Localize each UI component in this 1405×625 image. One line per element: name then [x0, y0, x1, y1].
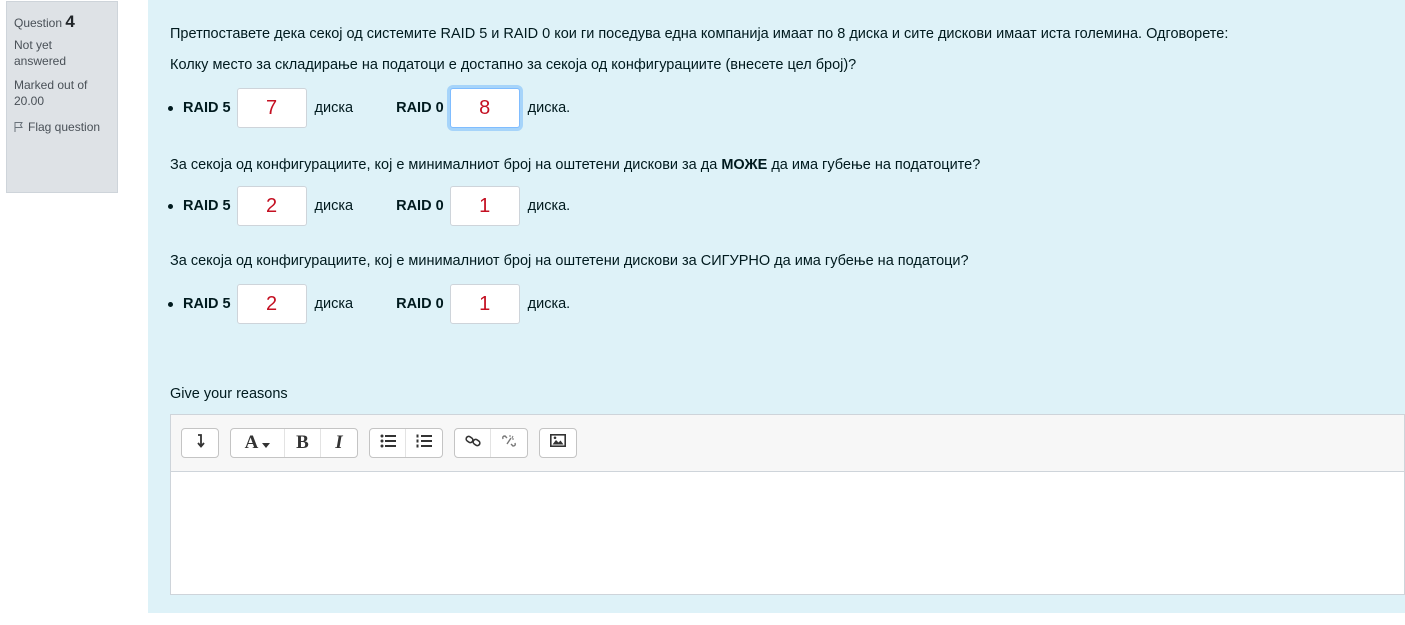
ordered-list-icon — [416, 434, 432, 453]
toolbar-group-media — [539, 428, 577, 458]
reasons-textarea[interactable] — [171, 472, 1404, 594]
question-info-panel: Question 4 Not yet answered Marked out o… — [6, 1, 118, 193]
image-icon — [550, 434, 566, 452]
unit-label-end: диска. — [527, 296, 571, 312]
question-2-text: За секоја од конфигурациите, кој е миним… — [170, 157, 980, 173]
question-number-value: 4 — [65, 12, 75, 31]
chevron-down-icon — [262, 432, 271, 454]
grade-line1: Marked out of — [14, 78, 88, 92]
font-color-icon: A — [244, 432, 259, 453]
state-line1: Not yet — [14, 38, 53, 52]
toolbar-group-lists — [369, 428, 443, 458]
unit-label-end: диска. — [527, 100, 571, 116]
link-icon — [464, 434, 481, 453]
unit-label: диска — [314, 296, 354, 312]
unlink-icon — [501, 434, 517, 453]
unit-label: диска — [314, 100, 354, 116]
grade-line2: 20.00 — [14, 94, 45, 108]
raid5-label: RAID 5 — [183, 198, 231, 214]
q2-raid0-input[interactable] — [449, 186, 520, 226]
flag-question-label: Flag question — [28, 120, 101, 134]
question-label: Question — [14, 16, 63, 30]
question-intro: Претпоставете дека секој од системите RA… — [170, 26, 1229, 42]
question-state: Not yet answered — [14, 37, 117, 69]
answer-row-2: RAID 5 диска RAID 0 диска. — [168, 185, 570, 227]
raid5-label: RAID 5 — [183, 100, 231, 116]
raid0-label: RAID 0 — [396, 100, 444, 116]
question-number: Question 4 — [14, 11, 117, 34]
unordered-list-icon — [380, 434, 396, 453]
toolbar-group-style: A B I — [230, 428, 358, 458]
question-grade: Marked out of 20.00 — [14, 77, 117, 109]
unlink-button[interactable] — [491, 429, 527, 457]
bold-button[interactable]: B — [285, 429, 321, 457]
raid0-label: RAID 0 — [396, 296, 444, 312]
q3-raid0-input[interactable] — [449, 284, 520, 324]
bold-icon: B — [296, 432, 309, 453]
toggle-toolbar-button[interactable] — [182, 429, 218, 457]
italic-icon: I — [335, 432, 343, 453]
unit-label-end: диска. — [527, 198, 571, 214]
unit-label: диска — [314, 198, 354, 214]
image-button[interactable] — [540, 429, 576, 457]
bullet — [168, 301, 173, 307]
flag-icon — [14, 121, 24, 133]
q2-text-after: да има губење на податоците? — [767, 157, 981, 173]
italic-button[interactable]: I — [321, 429, 357, 457]
question-content: Претпоставете дека секој од системите RA… — [148, 0, 1405, 613]
answer-row-1: RAID 5 диска RAID 0 диска. — [168, 87, 570, 129]
q1-raid5-input[interactable] — [236, 88, 307, 128]
question-3-text: За секоја од конфигурациите, кој е миним… — [170, 253, 969, 269]
raid5-label: RAID 5 — [183, 296, 231, 312]
reasons-editor: A B I — [170, 414, 1405, 595]
editor-toolbar: A B I — [171, 415, 1404, 472]
flag-question-button[interactable]: Flag question — [14, 119, 117, 135]
unordered-list-button[interactable] — [370, 429, 406, 457]
link-button[interactable] — [455, 429, 491, 457]
q2-text-bold: МОЖЕ — [721, 157, 768, 173]
toggle-icon — [194, 433, 206, 453]
toolbar-group-toggle — [181, 428, 219, 458]
bullet — [168, 105, 173, 111]
toolbar-group-links — [454, 428, 528, 458]
raid0-label: RAID 0 — [396, 198, 444, 214]
q3-raid5-input[interactable] — [236, 284, 307, 324]
reasons-label: Give your reasons — [170, 386, 288, 402]
answer-row-3: RAID 5 диска RAID 0 диска. — [168, 283, 570, 325]
state-line2: answered — [14, 54, 67, 68]
q1-raid0-input[interactable] — [449, 88, 520, 128]
font-style-button[interactable]: A — [231, 429, 285, 457]
ordered-list-button[interactable] — [406, 429, 442, 457]
q2-text-before: За секоја од конфигурациите, кој е миним… — [170, 157, 722, 173]
bullet — [168, 203, 173, 209]
question-1-text: Колку место за складирање на податоци е … — [170, 57, 857, 73]
q2-raid5-input[interactable] — [236, 186, 307, 226]
